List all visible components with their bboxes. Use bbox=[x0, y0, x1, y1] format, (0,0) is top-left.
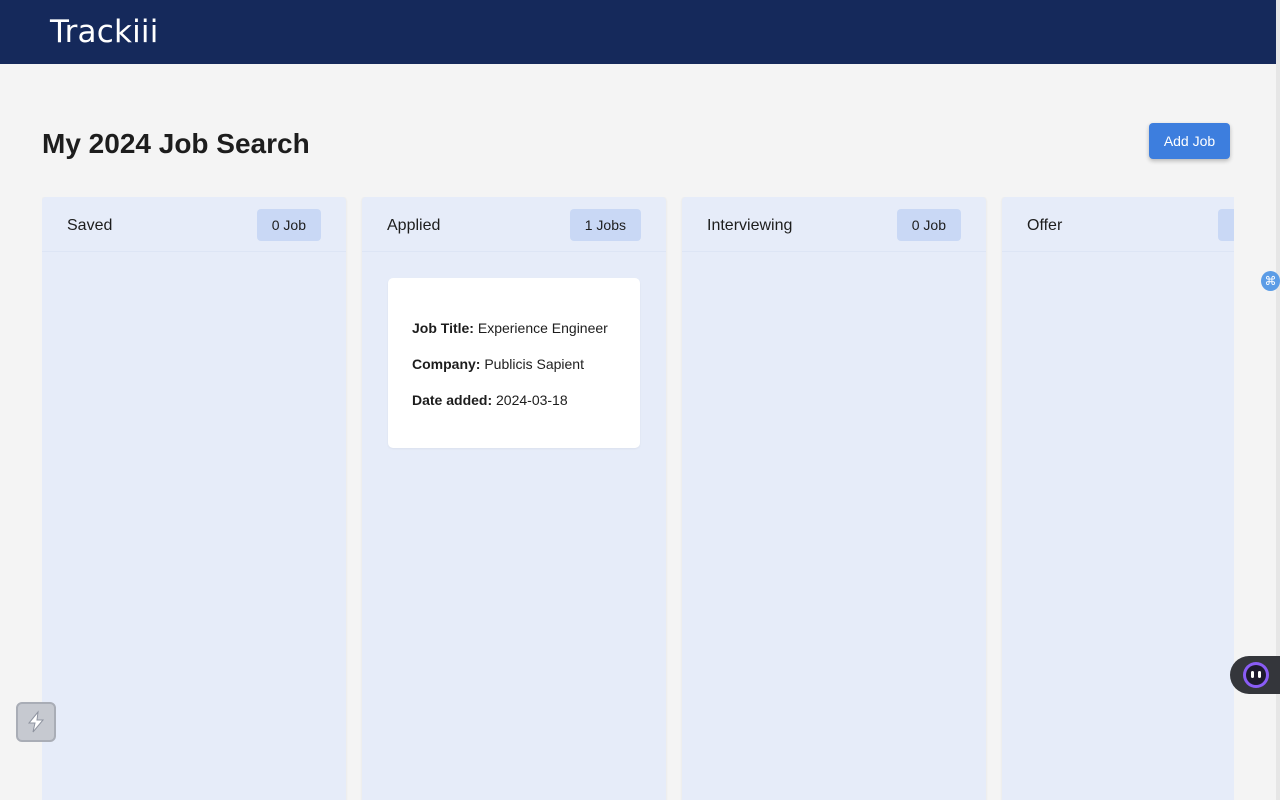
job-count-badge: 0 Job bbox=[256, 209, 321, 241]
job-title-label: Job Title: bbox=[412, 320, 474, 336]
page-title: My 2024 Job Search bbox=[42, 128, 310, 159]
column-title: Saved bbox=[67, 217, 113, 234]
command-icon[interactable]: ⌘ bbox=[1261, 271, 1280, 291]
column-title: Applied bbox=[387, 217, 441, 234]
column-header: Saved 0 Job bbox=[42, 197, 346, 252]
add-job-button[interactable]: Add Job bbox=[1149, 123, 1230, 159]
job-count-badge: 1 Jobs bbox=[569, 209, 641, 241]
kanban-board: Saved 0 Job Applied 1 Jobs Job Title: Ex… bbox=[42, 197, 1234, 800]
job-count-badge: 0 Job bbox=[896, 209, 961, 241]
company-line: Company: Publicis Sapient bbox=[412, 356, 584, 372]
date-line: Date added: 2024-03-18 bbox=[412, 392, 568, 408]
job-title-value: Experience Engineer bbox=[477, 320, 608, 336]
bolt-glyph-icon bbox=[27, 710, 45, 733]
company-value: Publicis Sapient bbox=[484, 356, 584, 372]
column-saved[interactable]: Saved 0 Job bbox=[42, 197, 346, 800]
job-count-badge bbox=[1218, 209, 1234, 241]
job-card[interactable]: Job Title: Experience Engineer Company: … bbox=[388, 278, 640, 448]
job-title-line: Job Title: Experience Engineer bbox=[412, 320, 608, 336]
column-applied[interactable]: Applied 1 Jobs Job Title: Experience Eng… bbox=[362, 197, 666, 800]
column-header: Applied 1 Jobs bbox=[362, 197, 666, 252]
column-title: Offer bbox=[1027, 217, 1063, 234]
robot-face-icon bbox=[1243, 662, 1269, 688]
bolt-extension-icon[interactable] bbox=[16, 702, 56, 742]
robot-assistant-icon[interactable] bbox=[1230, 656, 1280, 694]
top-navbar: Trackiii bbox=[0, 0, 1276, 64]
company-label: Company: bbox=[412, 356, 481, 372]
column-header: Offer bbox=[1002, 197, 1234, 252]
column-offer[interactable]: Offer bbox=[1002, 197, 1234, 800]
column-header: Interviewing 0 Job bbox=[682, 197, 986, 252]
column-title: Interviewing bbox=[707, 217, 793, 234]
column-interviewing[interactable]: Interviewing 0 Job bbox=[682, 197, 986, 800]
date-value: 2024-03-18 bbox=[496, 392, 568, 408]
date-label: Date added: bbox=[412, 392, 493, 408]
app-logo-text[interactable]: Trackiii bbox=[50, 14, 159, 50]
